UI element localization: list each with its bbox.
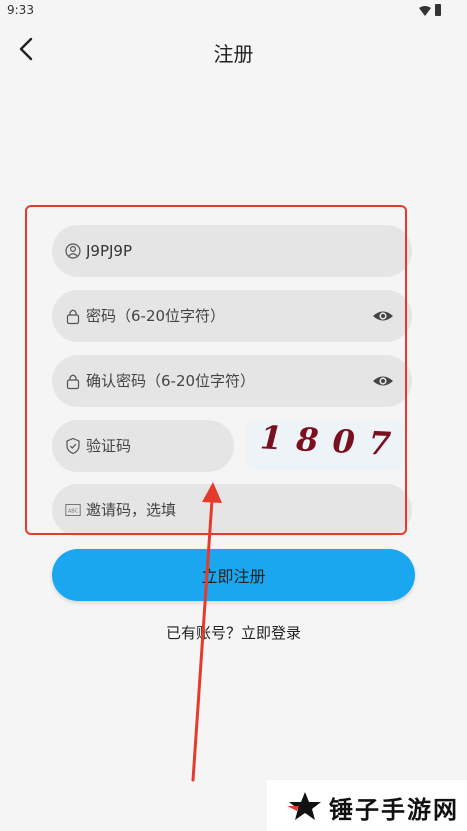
lock-icon	[66, 374, 80, 390]
watermark-text: 锤子手游网	[329, 796, 459, 824]
captcha-image[interactable]: 1807	[246, 420, 404, 470]
wifi-icon	[419, 6, 431, 16]
battery-icon	[435, 4, 441, 16]
star-logo-icon	[287, 792, 321, 820]
annotation-arrow	[191, 482, 222, 782]
status-time: 9:33	[7, 3, 34, 17]
svg-text:ABC: ABC	[68, 508, 79, 514]
page-title: 注册	[213, 42, 254, 66]
confirm-password-input[interactable]	[86, 355, 356, 407]
register-button[interactable]: 立即注册	[52, 549, 415, 601]
login-link[interactable]: 已有账号？立即登录	[0, 622, 467, 643]
password-input[interactable]	[86, 290, 356, 342]
lock-icon	[66, 309, 80, 325]
captcha-input[interactable]	[86, 420, 221, 472]
watermark: 锤子手游网	[267, 780, 467, 831]
eye-icon[interactable]	[372, 307, 394, 325]
captcha-field[interactable]	[52, 420, 234, 472]
abc-icon: ABC	[65, 504, 81, 516]
confirm-password-field[interactable]	[52, 355, 412, 407]
password-field[interactable]	[52, 290, 412, 342]
status-bar: 9:33	[0, 0, 467, 22]
user-icon	[65, 243, 81, 259]
username-field[interactable]	[52, 225, 412, 277]
username-input[interactable]	[86, 225, 386, 277]
shield-icon	[66, 437, 80, 455]
invite-code-input[interactable]	[86, 484, 386, 536]
invite-code-field[interactable]: ABC	[52, 484, 412, 536]
status-icons	[419, 4, 443, 18]
captcha-text: 1807	[259, 420, 404, 464]
eye-icon[interactable]	[372, 372, 394, 390]
